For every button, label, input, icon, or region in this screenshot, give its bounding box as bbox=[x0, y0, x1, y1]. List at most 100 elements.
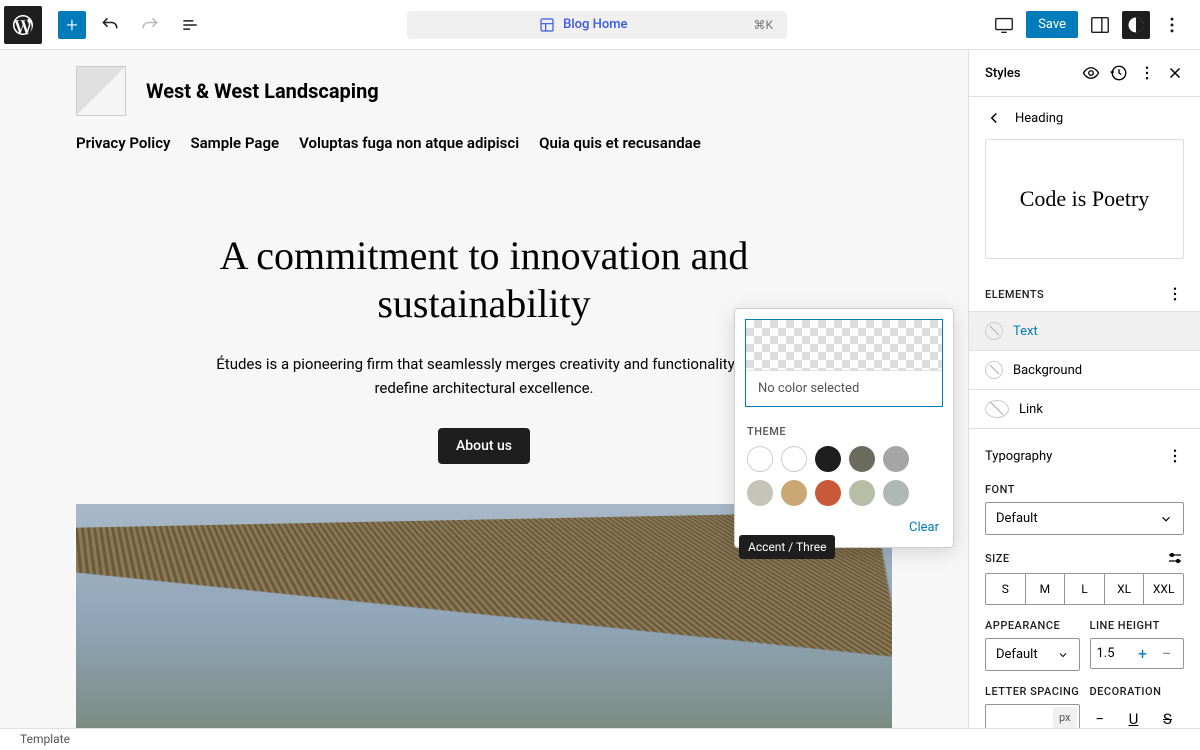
no-color-label: No color selected bbox=[746, 370, 942, 406]
theme-swatches bbox=[735, 442, 953, 514]
decoration-label: DECORATION bbox=[1090, 685, 1185, 698]
close-icon[interactable] bbox=[1166, 64, 1184, 82]
stylebook-icon[interactable] bbox=[1082, 64, 1100, 82]
size-s[interactable]: S bbox=[986, 574, 1026, 604]
color-indicator-icon bbox=[985, 322, 1003, 340]
wordpress-logo[interactable] bbox=[4, 6, 42, 44]
element-label: Text bbox=[1013, 324, 1038, 339]
elements-more-icon[interactable] bbox=[1166, 285, 1184, 303]
typography-label: Typography bbox=[985, 449, 1052, 464]
view-button[interactable] bbox=[988, 9, 1020, 41]
size-xl[interactable]: XL bbox=[1105, 574, 1145, 604]
color-swatch[interactable] bbox=[815, 446, 841, 472]
about-us-button[interactable]: About us bbox=[438, 428, 530, 464]
hero-heading[interactable]: A commitment to innovation and sustainab… bbox=[134, 232, 834, 328]
site-title[interactable]: West & West Landscaping bbox=[146, 79, 379, 103]
styles-sidebar: Styles Heading Code is Poetry ELEMENTS T… bbox=[968, 50, 1200, 750]
navigation-block[interactable]: Privacy Policy Sample Page Voluptas fuga… bbox=[76, 134, 892, 152]
line-height-field[interactable] bbox=[1091, 639, 1131, 668]
line-height-increase[interactable]: + bbox=[1131, 644, 1155, 663]
element-link[interactable]: Link bbox=[969, 389, 1200, 429]
nav-item[interactable]: Privacy Policy bbox=[76, 134, 170, 152]
letter-spacing-label: LETTER SPACING bbox=[985, 685, 1080, 698]
custom-size-icon[interactable] bbox=[1166, 549, 1184, 567]
typography-section-header: Typography bbox=[969, 437, 1200, 473]
theme-colors-label: THEME bbox=[735, 417, 953, 442]
template-name: Blog Home bbox=[563, 17, 627, 32]
sidebar-header: Styles bbox=[969, 50, 1200, 97]
elements-label: ELEMENTS bbox=[985, 288, 1044, 301]
template-selector[interactable]: Blog Home ⌘K bbox=[407, 11, 787, 39]
font-value: Default bbox=[996, 511, 1038, 526]
appearance-value: Default bbox=[996, 647, 1038, 662]
layout-icon bbox=[539, 17, 555, 33]
revisions-icon[interactable] bbox=[1110, 64, 1128, 82]
top-toolbar: + Blog Home ⌘K Save bbox=[0, 0, 1200, 50]
letter-spacing-unit[interactable]: px bbox=[1053, 707, 1077, 728]
breadcrumb-label: Heading bbox=[1015, 111, 1063, 126]
chevron-down-icon bbox=[1159, 512, 1173, 526]
size-xxl[interactable]: XXL bbox=[1144, 574, 1183, 604]
color-swatch[interactable] bbox=[815, 480, 841, 506]
decoration-underline[interactable]: U bbox=[1124, 710, 1144, 728]
element-background[interactable]: Background bbox=[969, 350, 1200, 389]
sidebar-title: Styles bbox=[985, 66, 1021, 81]
color-swatch[interactable] bbox=[883, 480, 909, 506]
font-select[interactable]: Default bbox=[985, 502, 1184, 535]
size-button-group: S M L XL XXL bbox=[985, 573, 1184, 605]
nav-item[interactable]: Voluptas fuga non atque adipisci bbox=[299, 134, 519, 152]
keyboard-shortcut: ⌘K bbox=[754, 18, 774, 32]
back-icon[interactable] bbox=[985, 109, 1003, 127]
element-label: Background bbox=[1013, 363, 1082, 378]
site-logo-placeholder[interactable] bbox=[76, 66, 126, 116]
decoration-strikethrough[interactable]: S bbox=[1158, 710, 1178, 728]
element-label: Link bbox=[1019, 402, 1043, 417]
typography-more-icon[interactable] bbox=[1166, 447, 1184, 465]
line-height-label: LINE HEIGHT bbox=[1090, 619, 1185, 632]
nav-item[interactable]: Sample Page bbox=[190, 134, 279, 152]
footer-breadcrumb[interactable]: Template bbox=[0, 728, 1200, 750]
style-preview: Code is Poetry bbox=[985, 139, 1184, 259]
footer-label: Template bbox=[20, 732, 70, 746]
redo-button[interactable] bbox=[134, 9, 166, 41]
settings-sidebar-toggle[interactable] bbox=[1084, 9, 1116, 41]
more-icon[interactable] bbox=[1138, 64, 1156, 82]
color-indicator-icon bbox=[985, 361, 1003, 379]
color-swatch[interactable] bbox=[781, 480, 807, 506]
color-swatch[interactable] bbox=[849, 446, 875, 472]
elements-section-header: ELEMENTS bbox=[969, 275, 1200, 311]
color-swatch[interactable] bbox=[883, 446, 909, 472]
color-swatch[interactable] bbox=[747, 446, 773, 472]
size-l[interactable]: L bbox=[1065, 574, 1105, 604]
hero-paragraph[interactable]: Études is a pioneering firm that seamles… bbox=[204, 352, 764, 400]
font-label: FONT bbox=[985, 483, 1184, 496]
decoration-none[interactable]: − bbox=[1090, 710, 1110, 728]
letter-spacing-input[interactable]: px bbox=[985, 704, 1080, 731]
styles-toggle[interactable] bbox=[1122, 11, 1150, 39]
color-picker-popover: No color selected THEME Accent / Three C… bbox=[734, 308, 954, 548]
chevron-down-icon bbox=[1057, 649, 1069, 661]
save-button[interactable]: Save bbox=[1026, 11, 1078, 38]
line-height-input[interactable]: + − bbox=[1090, 638, 1185, 669]
size-m[interactable]: M bbox=[1026, 574, 1066, 604]
swatch-tooltip: Accent / Three bbox=[739, 535, 835, 559]
center-control: Blog Home ⌘K bbox=[214, 11, 980, 39]
more-options-button[interactable] bbox=[1156, 9, 1188, 41]
site-header-block[interactable]: West & West Landscaping bbox=[76, 66, 892, 116]
appearance-select[interactable]: Default bbox=[985, 638, 1080, 671]
breadcrumb[interactable]: Heading bbox=[969, 97, 1200, 139]
color-swatch[interactable] bbox=[747, 480, 773, 506]
add-block-button[interactable]: + bbox=[58, 11, 86, 39]
line-height-decrease[interactable]: − bbox=[1155, 644, 1179, 663]
color-preview[interactable]: No color selected bbox=[745, 319, 943, 407]
document-overview-button[interactable] bbox=[174, 9, 206, 41]
color-indicator-icon bbox=[985, 400, 1009, 418]
appearance-label: APPEARANCE bbox=[985, 619, 1080, 632]
nav-item[interactable]: Quia quis et recusandae bbox=[539, 134, 701, 152]
color-swatch[interactable] bbox=[781, 446, 807, 472]
right-actions: Save bbox=[988, 9, 1188, 41]
element-text[interactable]: Text bbox=[969, 311, 1200, 350]
main-layout: West & West Landscaping Privacy Policy S… bbox=[0, 50, 1200, 750]
color-swatch[interactable] bbox=[849, 480, 875, 506]
undo-button[interactable] bbox=[94, 9, 126, 41]
